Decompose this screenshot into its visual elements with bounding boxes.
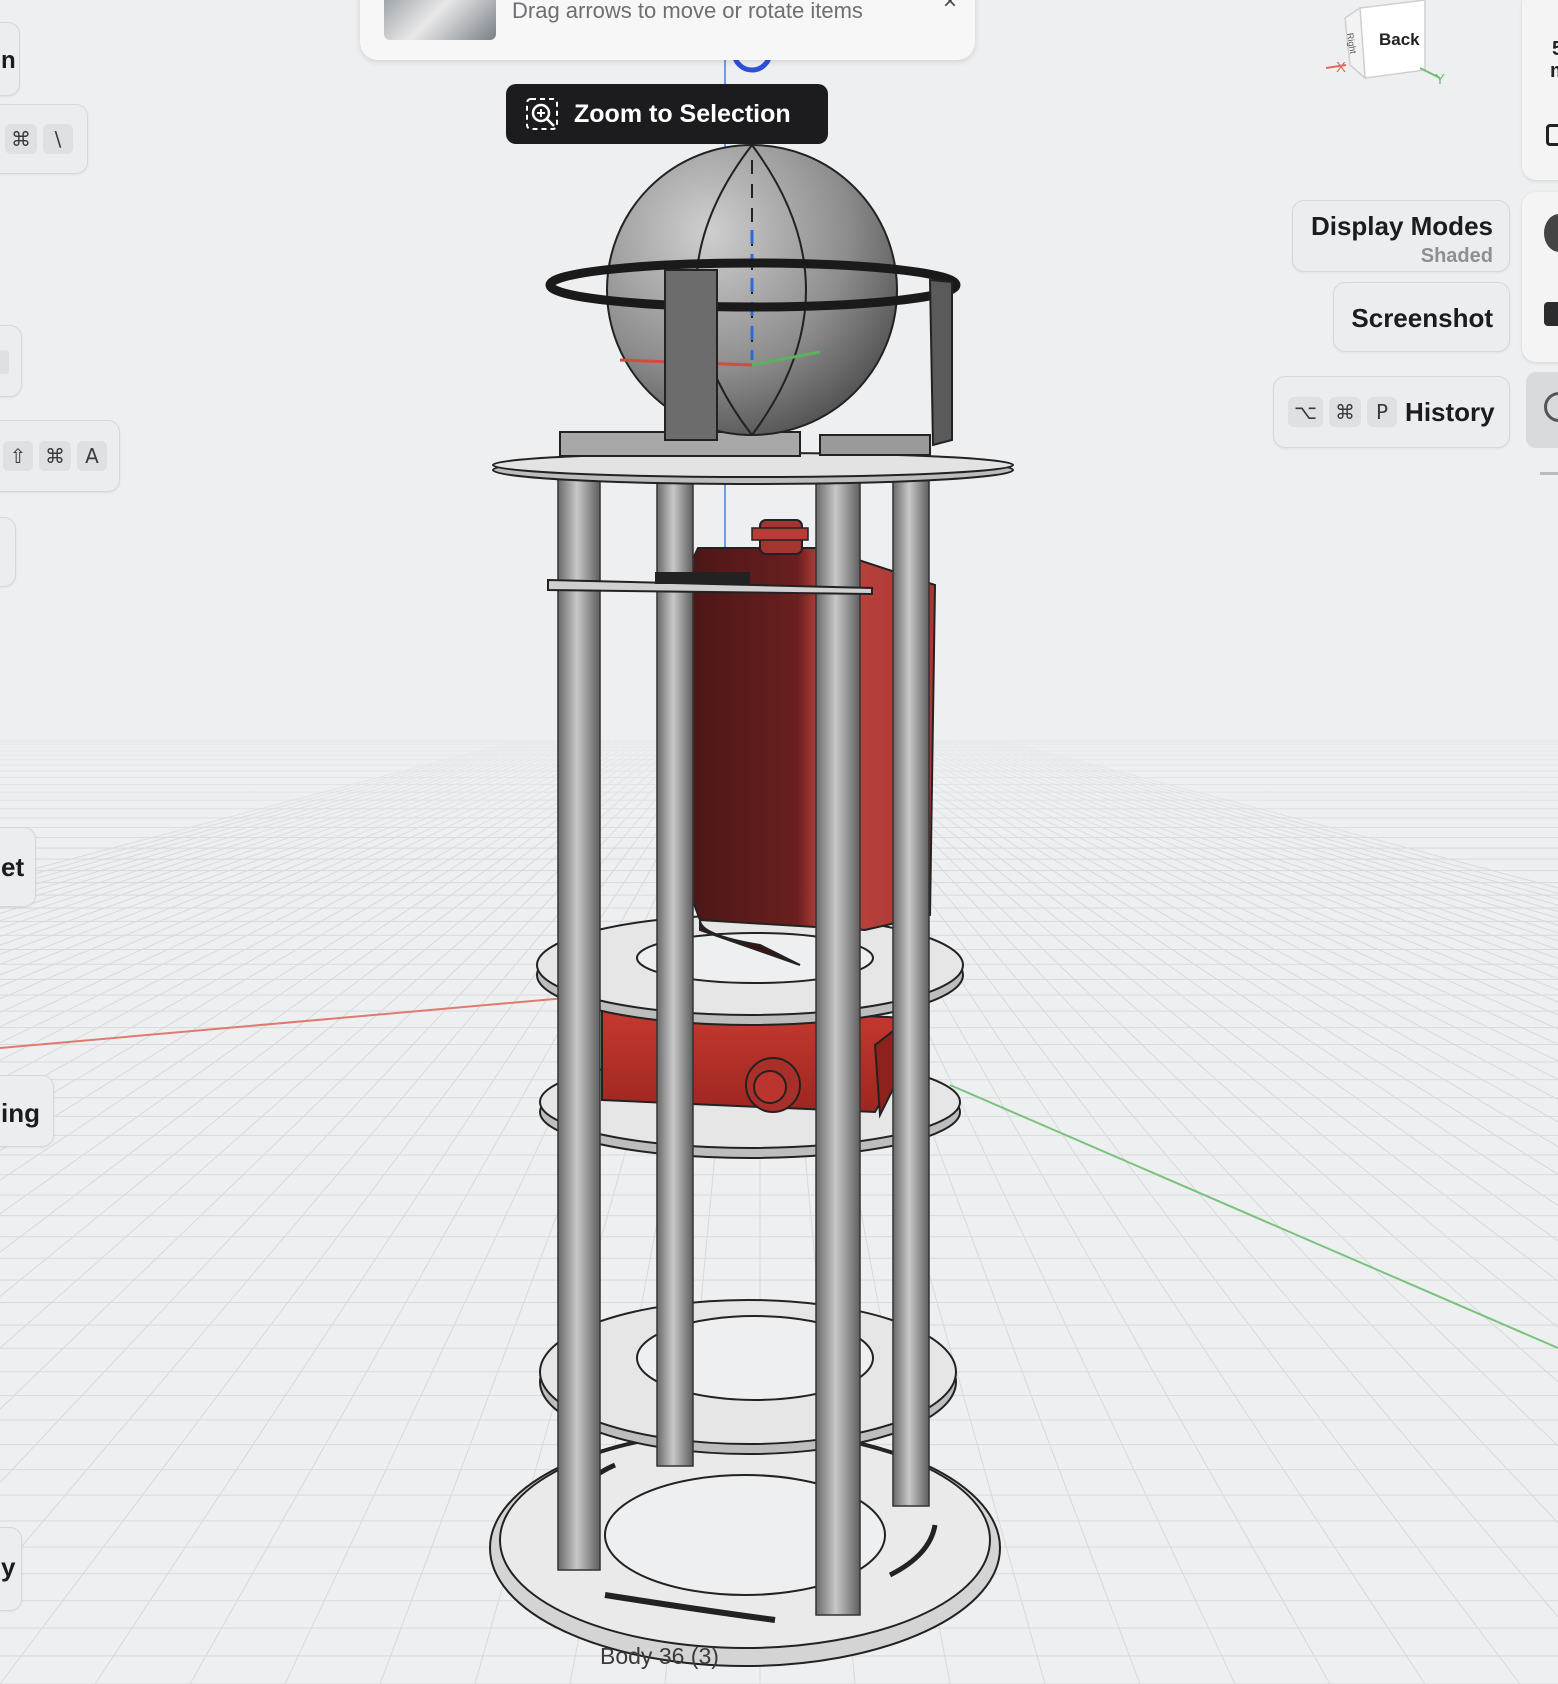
left-shortcut-2-key-1: ⇧ xyxy=(3,441,33,471)
camera-icon xyxy=(1544,302,1558,326)
left-shortcut-1-key-1: ⌘ xyxy=(5,124,37,154)
screenshot-button[interactable]: Screenshot xyxy=(1333,282,1510,352)
left-item-ing-label: ing xyxy=(1,1098,40,1128)
history-button[interactable]: ⌥ ⌘ P History xyxy=(1273,376,1510,448)
sphere-part[interactable] xyxy=(606,144,898,436)
left-toolbar-item-1[interactable]: n xyxy=(0,22,20,96)
left-toolbar-item-2[interactable] xyxy=(0,325,22,397)
left-shortcut-2-key-3: A xyxy=(77,441,107,471)
left-shortcut-1-key-2: \ xyxy=(43,124,73,154)
right-edge-text-1: 5 xyxy=(1552,38,1558,60)
screenshot-label: Screenshot xyxy=(1351,303,1493,333)
display-modes-title: Display Modes xyxy=(1310,211,1493,241)
right-edge-panel-mid[interactable] xyxy=(1522,192,1558,362)
hint-toast: Drag arrows to move or rotate items × xyxy=(360,0,975,60)
history-shortcut-key-1: ⌥ xyxy=(1288,397,1324,427)
left-shortcut-2[interactable]: ⇧ ⌘ A xyxy=(0,420,120,492)
close-icon[interactable]: × xyxy=(943,0,957,16)
measure-icon xyxy=(1546,124,1558,146)
left-item-1-label: n xyxy=(1,47,16,74)
cad-part-thumbnail-icon xyxy=(384,0,496,40)
shaded-sphere-icon xyxy=(1544,214,1558,252)
zoom-to-selection-button[interactable]: Zoom to Selection xyxy=(506,84,828,144)
right-edge-history-tab[interactable] xyxy=(1526,372,1558,448)
view-cube-face-label[interactable]: Back xyxy=(1379,30,1420,50)
left-toolbar-item-ing[interactable]: ing xyxy=(0,1075,54,1147)
history-shortcut-key-2: ⌘ xyxy=(1329,397,1362,427)
hint-message: Drag arrows to move or rotate items xyxy=(512,0,863,23)
left-toolbar-item-y[interactable]: y xyxy=(0,1527,22,1611)
display-modes-button[interactable]: Display Modes Shaded xyxy=(1292,200,1510,272)
body-label: Body 36 (3) xyxy=(600,1643,719,1669)
view-cube-x-label: X xyxy=(1336,59,1346,76)
left-shortcut-2-key-2: ⌘ xyxy=(39,441,71,471)
history-label: History xyxy=(1405,396,1495,427)
left-item-y-label: y xyxy=(1,1552,16,1582)
zoom-selection-icon xyxy=(526,98,558,130)
zoom-to-selection-label: Zoom to Selection xyxy=(574,99,791,128)
view-cube-y-label: Y xyxy=(1435,71,1445,88)
left-item-2-key xyxy=(0,350,9,374)
display-modes-value: Shaded xyxy=(1420,245,1493,267)
history-clock-icon xyxy=(1544,392,1558,422)
right-edge-text-2: m xyxy=(1550,60,1558,83)
left-item-et-label: et xyxy=(1,852,25,882)
left-toolbar-item-et[interactable]: et xyxy=(0,827,36,907)
right-edge-panel-top[interactable]: 5 m xyxy=(1522,0,1558,180)
right-edge-divider xyxy=(1540,472,1558,475)
history-shortcut-key-3: P xyxy=(1367,397,1398,427)
left-shortcut-1[interactable]: ⌘ \ xyxy=(0,104,88,174)
left-toolbar-item-3[interactable] xyxy=(0,517,16,587)
